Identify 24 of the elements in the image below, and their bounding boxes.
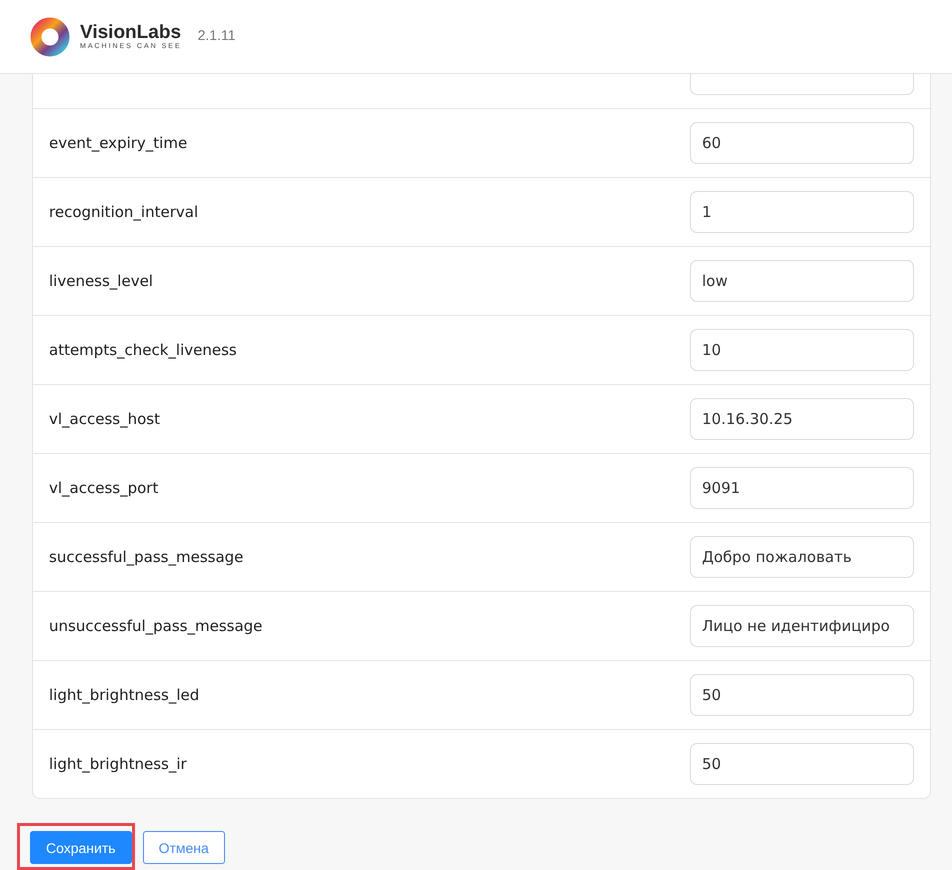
logo-icon bbox=[30, 16, 70, 56]
setting-label: unsuccessful_pass_message bbox=[49, 617, 262, 635]
input-field[interactable]: 50 bbox=[690, 674, 914, 716]
setting-label: attempts_check_liveness bbox=[49, 341, 237, 359]
input-field[interactable]: 9091 bbox=[690, 467, 914, 509]
input-field[interactable]: Лицо не идентифициро bbox=[690, 605, 914, 647]
setting-label: light_brightness_led bbox=[49, 686, 200, 704]
setting-label: event_expiry_time bbox=[49, 134, 188, 152]
setting-label: light_brightness_ir bbox=[49, 755, 187, 773]
input-field[interactable]: 10.16.30.25 bbox=[690, 398, 914, 440]
input-field[interactable]: Добро пожаловать bbox=[690, 536, 914, 578]
input-field[interactable]: 10 bbox=[690, 329, 914, 371]
version-label: 2.1.11 bbox=[198, 26, 236, 42]
setting-label: liveness_level bbox=[49, 272, 153, 290]
setting-label: successful_pass_message bbox=[49, 548, 244, 566]
input-field[interactable] bbox=[690, 74, 914, 95]
input-field[interactable]: 60 bbox=[690, 122, 914, 164]
input-field[interactable]: 50 bbox=[690, 743, 914, 785]
setting-label: recognition_interval bbox=[49, 203, 198, 221]
setting-label: vl_access_host bbox=[49, 410, 160, 428]
input-field[interactable]: 1 bbox=[690, 191, 914, 233]
brand-name: VisionLabs bbox=[80, 23, 182, 43]
setting-label: vl_access_port bbox=[49, 479, 158, 497]
input-field[interactable]: low bbox=[690, 260, 914, 302]
